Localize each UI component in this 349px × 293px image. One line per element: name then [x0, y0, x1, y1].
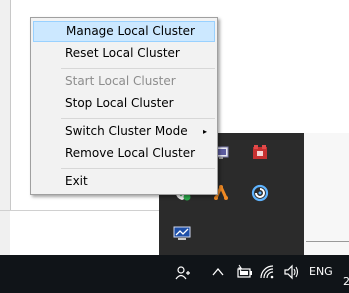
- scroll-track: [306, 241, 349, 242]
- red-app-icon[interactable]: [250, 143, 270, 163]
- menu-item-label: Manage Local Cluster: [66, 24, 195, 38]
- chevron-up-icon[interactable]: [212, 266, 224, 278]
- language-indicator[interactable]: ENG: [309, 265, 333, 278]
- people-icon[interactable]: [174, 264, 192, 282]
- blue-swirl-icon[interactable]: [250, 183, 270, 203]
- menu-item-manage-local-cluster[interactable]: Manage Local Cluster: [33, 21, 215, 42]
- background-window-border: [10, 0, 11, 210]
- battery-icon[interactable]: [235, 264, 253, 280]
- taskbar: ENG 2: [0, 255, 349, 293]
- menu-item-stop-local-cluster[interactable]: Stop Local Cluster: [33, 93, 215, 114]
- menu-item-label: Switch Cluster Mode: [65, 124, 188, 138]
- menu-item-label: Start Local Cluster: [65, 74, 176, 88]
- menu-item-label: Stop Local Cluster: [65, 96, 174, 110]
- blue-monitor-icon[interactable]: [172, 223, 192, 243]
- menu-item-remove-local-cluster[interactable]: Remove Local Cluster: [33, 143, 215, 164]
- menu-item-label: Reset Local Cluster: [65, 46, 180, 60]
- wifi-icon[interactable]: [259, 264, 277, 280]
- background-divider: [0, 210, 160, 211]
- menu-separator: [61, 68, 215, 69]
- menu-item-switch-cluster-mode[interactable]: Switch Cluster Mode ▸: [33, 121, 215, 142]
- background-window-edge: [0, 0, 10, 255]
- menu-separator: [61, 168, 215, 169]
- background-window-pane: [296, 133, 349, 255]
- menu-item-reset-local-cluster[interactable]: Reset Local Cluster: [33, 43, 215, 64]
- menu-item-label: Remove Local Cluster: [65, 146, 196, 160]
- desktop: ENG 2 Manage Local Cluster Reset Local C…: [0, 0, 349, 293]
- context-menu: Manage Local Cluster Reset Local Cluster…: [30, 17, 218, 195]
- menu-item-exit[interactable]: Exit: [33, 171, 215, 192]
- clock-partial[interactable]: 2: [343, 275, 349, 288]
- menu-separator: [61, 118, 215, 119]
- menu-item-start-local-cluster: Start Local Cluster: [33, 71, 215, 92]
- submenu-arrow-icon: ▸: [202, 127, 207, 136]
- volume-icon[interactable]: [283, 264, 301, 280]
- menu-item-label: Exit: [65, 174, 88, 188]
